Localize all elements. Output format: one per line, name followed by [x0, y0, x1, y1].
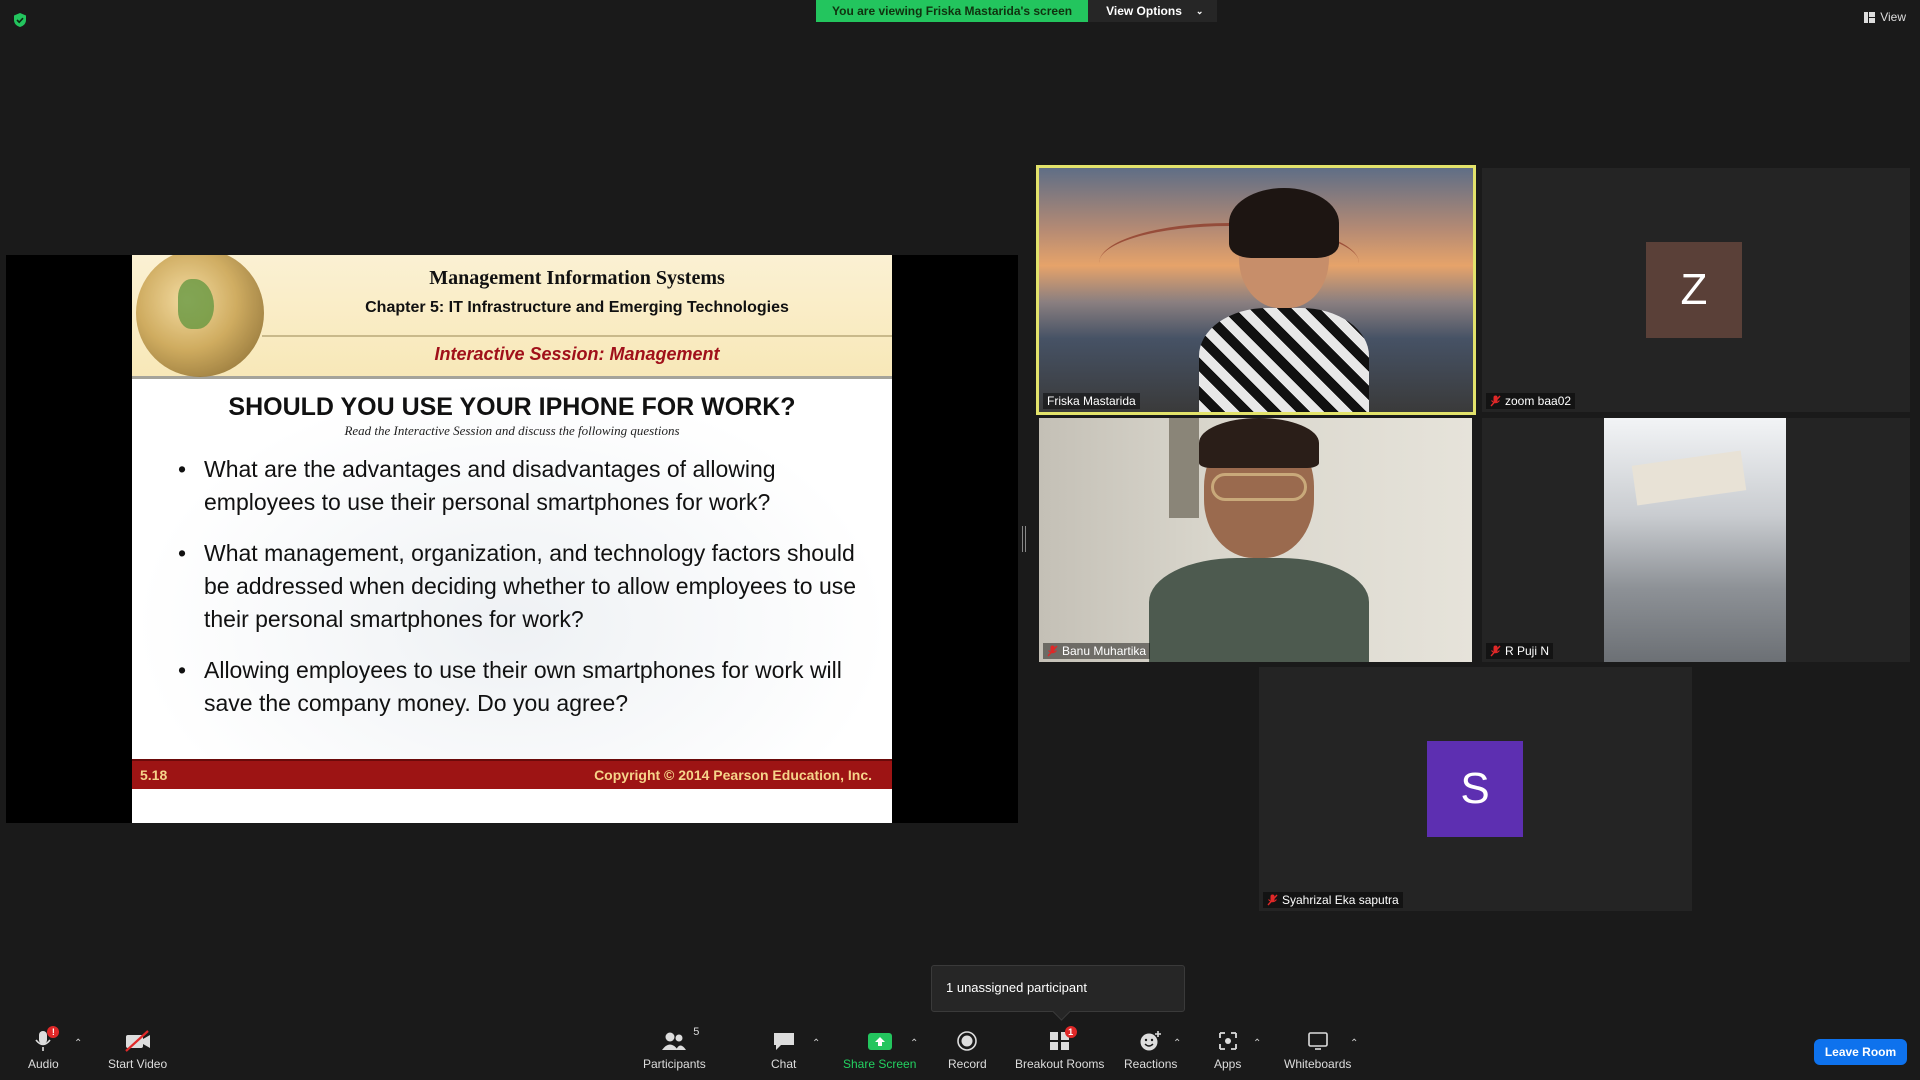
slide-header: Management Information Systems Chapter 5… — [132, 255, 892, 379]
view-label: View — [1880, 10, 1906, 24]
participant-name: Friska Mastarida — [1047, 394, 1136, 408]
smiley-plus-icon — [1140, 1031, 1161, 1051]
chat-bubble-icon — [773, 1033, 794, 1050]
viewing-banner-text: You are viewing Friska Mastarida's scree… — [816, 0, 1089, 22]
apps-options-caret-icon[interactable]: ⌃ — [1253, 1038, 1261, 1049]
reactions-label: Reactions — [1124, 1057, 1178, 1071]
audio-options-caret-icon[interactable]: ⌃ — [74, 1038, 82, 1049]
record-label: Record — [948, 1057, 987, 1071]
apps-icon — [1218, 1032, 1237, 1050]
slide-title: Management Information Systems — [429, 267, 725, 289]
unassigned-participant-tooltip[interactable]: 1 unassigned participant — [931, 965, 1185, 1012]
participant-name: Syahrizal Eka saputra — [1282, 893, 1399, 907]
apps-label: Apps — [1214, 1057, 1242, 1071]
chat-button[interactable]: Chat — [771, 1030, 796, 1071]
participant-name-label: Banu Muhartika — [1043, 643, 1151, 659]
participants-icon — [662, 1032, 687, 1050]
slide-heading: SHOULD YOU USE YOUR IPHONE FOR WORK? — [228, 393, 796, 421]
audio-warning-badge: ! — [47, 1026, 60, 1038]
chevron-down-icon: ⌄ — [1195, 6, 1204, 16]
slide-page-number: 5.18 — [140, 767, 168, 783]
chat-label: Chat — [771, 1057, 797, 1071]
screen-share-banner: You are viewing Friska Mastarida's scree… — [816, 0, 1218, 22]
mic-muted-icon — [1047, 645, 1058, 657]
participant-name-label: R Puji N — [1486, 643, 1554, 659]
whiteboards-label: Whiteboards — [1284, 1057, 1352, 1071]
slide-bullet: Allowing employees to use their own smar… — [178, 654, 862, 720]
avatar: S — [1427, 741, 1523, 837]
breakout-rooms-label: Breakout Rooms — [1015, 1057, 1105, 1071]
slide-chapter: Chapter 5: IT Infrastructure and Emergin… — [365, 299, 789, 316]
chat-options-caret-icon[interactable]: ⌃ — [812, 1038, 820, 1049]
participant-name-label: zoom baa02 — [1486, 393, 1576, 409]
whiteboards-options-caret-icon[interactable]: ⌃ — [1350, 1038, 1358, 1049]
whiteboards-button[interactable]: Whiteboards — [1284, 1030, 1351, 1071]
participant-name-label: Syahrizal Eka saputra — [1263, 892, 1403, 908]
participant-name: Banu Muhartika — [1062, 644, 1147, 658]
mic-muted-icon — [1490, 395, 1501, 407]
share-screen-icon — [867, 1033, 892, 1050]
record-icon — [957, 1031, 978, 1051]
share-screen-label: Share Screen — [843, 1057, 917, 1071]
leave-room-button[interactable]: Leave Room — [1814, 1039, 1907, 1065]
share-options-caret-icon[interactable]: ⌃ — [910, 1038, 918, 1049]
participants-count: 5 — [693, 1026, 700, 1038]
video-off-icon — [124, 1030, 150, 1052]
video-tile-syahrizal[interactable]: S Syahrizal Eka saputra — [1259, 667, 1692, 911]
slide-bullet: What management, organization, and techn… — [178, 537, 862, 636]
participants-label: Participants — [643, 1057, 706, 1071]
slide-footer: 5.18 Copyright © 2014 Pearson Education,… — [132, 759, 892, 789]
slide-body: SHOULD YOU USE YOUR IPHONE FOR WORK? Rea… — [132, 379, 892, 789]
participant-name-label: Friska Mastarida — [1043, 393, 1140, 409]
slide-copyright: Copyright © 2014 Pearson Education, Inc. — [594, 767, 872, 783]
participant-name: zoom baa02 — [1505, 394, 1572, 408]
presentation-slide: Management Information Systems Chapter 5… — [132, 255, 892, 823]
unassigned-text: 1 unassigned participant — [946, 980, 1087, 995]
share-screen-button[interactable]: Share Screen — [843, 1030, 916, 1071]
slide-session: Interactive Session: Management — [434, 344, 720, 364]
encryption-shield-icon[interactable] — [12, 12, 28, 28]
start-video-label: Start Video — [108, 1057, 168, 1071]
video-tile-puji[interactable]: R Puji N — [1482, 418, 1910, 662]
reactions-options-caret-icon[interactable]: ⌃ — [1173, 1038, 1181, 1049]
whiteboard-icon — [1307, 1032, 1328, 1050]
record-button[interactable]: Record — [948, 1030, 987, 1071]
slide-bullet: What are the advantages and disadvantage… — [178, 453, 862, 519]
mic-muted-icon — [1490, 645, 1501, 657]
avatar: Z — [1646, 242, 1742, 338]
slide-instructions: Read the Interactive Session and discuss… — [344, 423, 680, 438]
start-video-button[interactable]: Start Video — [108, 1030, 167, 1071]
participant-name: R Puji N — [1505, 644, 1550, 658]
audio-label: Audio — [28, 1057, 59, 1071]
meeting-toolbar: ! Audio ⌃ Start Video 5 Participants Cha… — [0, 1022, 1920, 1080]
video-tile-friska[interactable]: Friska Mastarida — [1036, 165, 1476, 415]
view-button[interactable]: View — [1864, 10, 1906, 24]
header-divider — [262, 335, 892, 337]
video-feed — [1604, 418, 1786, 662]
view-options-button[interactable]: View Options ⌄ — [1088, 0, 1218, 22]
breakout-rooms-button[interactable]: 1 Breakout Rooms — [1015, 1026, 1105, 1071]
grid-view-icon — [1864, 11, 1876, 23]
split-resize-handle[interactable] — [1022, 526, 1026, 552]
video-tile-zoom-baa02[interactable]: Z zoom baa02 — [1482, 168, 1910, 412]
participants-button[interactable]: 5 Participants — [643, 1026, 706, 1071]
slide-bullet-list: What are the advantages and disadvantage… — [132, 453, 892, 720]
reactions-button[interactable]: Reactions — [1124, 1030, 1177, 1071]
zoom-meeting-window: You are viewing Friska Mastarida's scree… — [0, 0, 1920, 1080]
participant-video — [1149, 418, 1369, 662]
participant-video — [1199, 188, 1369, 412]
apps-button[interactable]: Apps — [1214, 1030, 1241, 1071]
video-tile-banu[interactable]: Banu Muhartika — [1039, 418, 1472, 662]
mic-muted-icon — [1267, 894, 1278, 906]
audio-button[interactable]: ! Audio — [28, 1026, 60, 1071]
breakout-badge: 1 — [1064, 1026, 1077, 1038]
shared-screen[interactable]: Management Information Systems Chapter 5… — [6, 255, 1018, 823]
view-options-label: View Options — [1106, 4, 1182, 18]
